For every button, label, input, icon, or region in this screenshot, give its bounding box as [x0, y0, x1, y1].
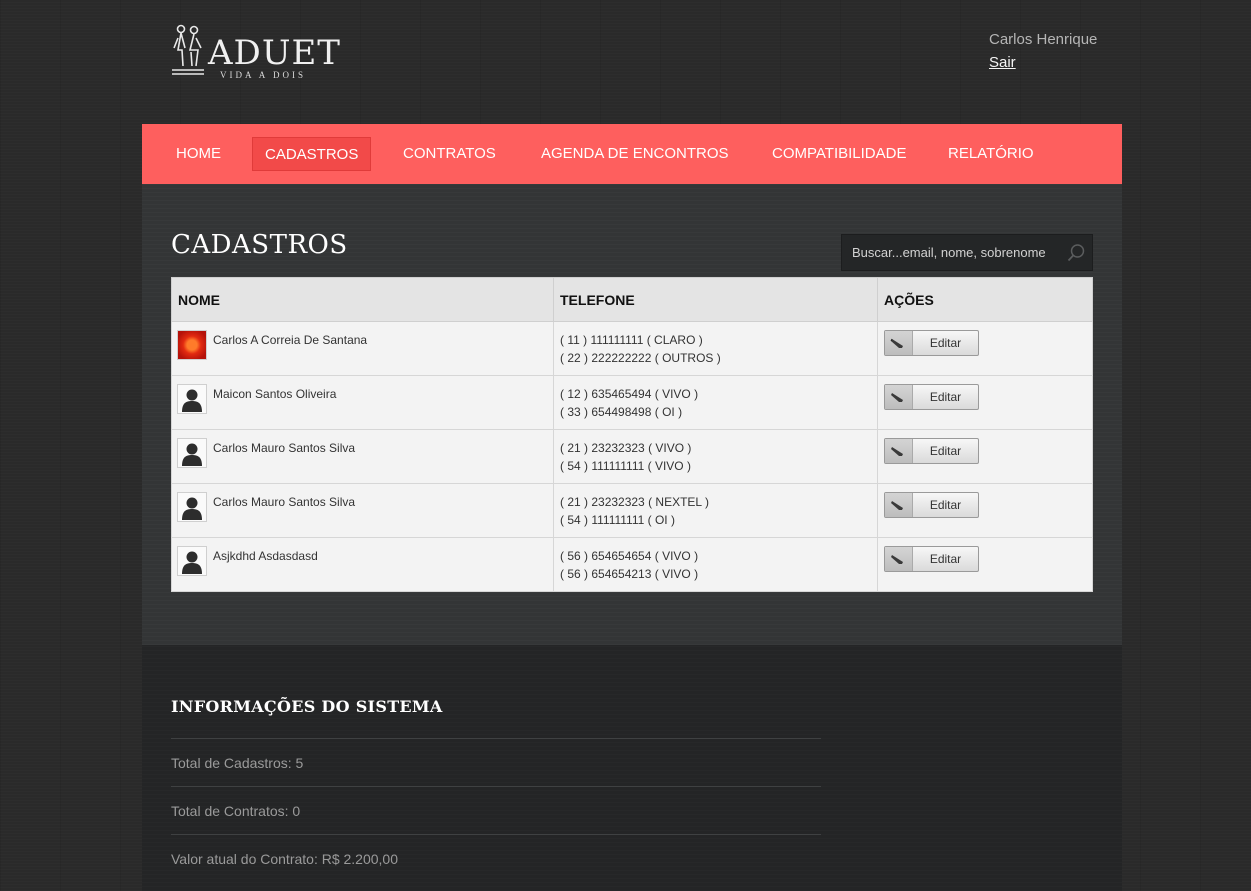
edit-label: Editar — [929, 336, 962, 350]
pencil-icon — [885, 331, 913, 355]
couple-logo-icon — [172, 24, 204, 75]
main-nav: HOME CADASTROS CONTRATOS AGENDA DE ENCON… — [142, 124, 1122, 184]
phone-cell: ( 11 ) 111111111 ( CLARO ) ( 22 ) 222222… — [553, 321, 878, 376]
brand-tagline: VIDA A DOIS — [220, 70, 307, 80]
person-name[interactable]: Maicon Santos Oliveira — [213, 387, 336, 401]
pencil-icon — [885, 385, 913, 409]
phone-cell: ( 56 ) 654654654 ( VIVO ) ( 56 ) 6546542… — [553, 537, 878, 592]
actions-cell: Editar — [877, 483, 1093, 538]
table-row: Carlos A Correia De Santana ( 11 ) 11111… — [171, 321, 1093, 376]
person-name[interactable]: Carlos Mauro Santos Silva — [213, 441, 355, 455]
actions-cell: Editar — [877, 375, 1093, 430]
name-cell: Carlos Mauro Santos Silva — [171, 429, 554, 484]
table-row: Carlos Mauro Santos Silva ( 21 ) 2323232… — [171, 483, 1093, 538]
phone-number: ( 54 ) 111111111 ( OI ) — [560, 513, 675, 527]
actions-cell: Editar — [877, 429, 1093, 484]
footer-title: INFORMAÇÕES DO SISTEMA — [171, 697, 443, 716]
phone-number: ( 21 ) 23232323 ( VIVO ) — [560, 441, 692, 455]
table-header-row: NOME TELEFONE AÇÕES — [171, 277, 1093, 322]
nav-item-contratos[interactable]: CONTRATOS — [391, 137, 508, 171]
table-row: Asjkdhd Asdasdasd ( 56 ) 654654654 ( VIV… — [171, 537, 1093, 592]
search-input[interactable] — [842, 235, 1084, 270]
phone-number: ( 56 ) 654654213 ( VIVO ) — [560, 567, 699, 581]
column-header-phone[interactable]: TELEFONE — [553, 277, 878, 322]
nav-item-agenda-de-encontros[interactable]: AGENDA DE ENCONTROS — [529, 137, 741, 171]
current-contract-value: Valor atual do Contrato: R$ 2.200,00 — [171, 851, 399, 867]
column-header-actions: AÇÕES — [877, 277, 1093, 322]
header: ADUET VIDA A DOIS Carlos Henrique Sair — [0, 0, 1251, 124]
name-cell: Carlos A Correia De Santana — [171, 321, 554, 376]
search-box — [841, 234, 1093, 271]
divider — [171, 786, 821, 787]
edit-label: Editar — [929, 552, 962, 566]
table-row: Maicon Santos Oliveira ( 12 ) 635465494 … — [171, 375, 1093, 430]
phone-number: ( 33 ) 654498498 ( OI ) — [560, 405, 683, 419]
phone-number: ( 21 ) 23232323 ( NEXTEL ) — [560, 495, 709, 509]
actions-cell: Editar — [877, 321, 1093, 376]
phone-cell: ( 21 ) 23232323 ( NEXTEL ) ( 54 ) 111111… — [553, 483, 878, 538]
pencil-icon — [885, 547, 913, 571]
person-name[interactable]: Carlos Mauro Santos Silva — [213, 495, 355, 509]
default-user-icon — [177, 438, 207, 468]
phone-number: ( 54 ) 111111111 ( VIVO ) — [560, 459, 691, 473]
person-name[interactable]: Asjkdhd Asdasdasd — [213, 549, 318, 563]
total-registrations: Total de Cadastros: 5 — [171, 755, 304, 771]
name-cell: Asjkdhd Asdasdasd — [171, 537, 554, 592]
divider — [171, 738, 821, 739]
nav-item-relatorio[interactable]: RELATÓRIO — [936, 137, 1046, 171]
default-user-icon — [177, 384, 207, 414]
default-user-icon — [177, 492, 207, 522]
edit-label: Editar — [929, 390, 962, 404]
pencil-icon — [885, 493, 913, 517]
column-header-name[interactable]: NOME — [171, 277, 554, 322]
default-user-icon — [177, 546, 207, 576]
phone-number: ( 12 ) 635465494 ( VIVO ) — [560, 387, 699, 401]
system-info-footer: INFORMAÇÕES DO SISTEMA Total de Cadastro… — [142, 645, 1122, 891]
phone-number: ( 22 ) 222222222 ( OUTROS ) — [560, 351, 721, 365]
person-name[interactable]: Carlos A Correia De Santana — [213, 333, 367, 347]
brand-name: ADUET — [208, 33, 341, 73]
search-icon[interactable] — [1066, 243, 1086, 263]
nav-item-home[interactable]: HOME — [164, 137, 233, 171]
avatar-photo — [177, 330, 207, 360]
total-contracts: Total de Contratos: 0 — [171, 803, 301, 819]
registrations-table: NOME TELEFONE AÇÕES Carlos A Correia De … — [171, 277, 1093, 592]
phone-number: ( 11 ) 111111111 ( CLARO ) — [560, 333, 703, 347]
edit-button[interactable]: Editar — [884, 384, 979, 410]
edit-button[interactable]: Editar — [884, 438, 979, 464]
user-name: Carlos Henrique — [989, 31, 1098, 48]
table-row: Carlos Mauro Santos Silva ( 21 ) 2323232… — [171, 429, 1093, 484]
phone-number: ( 56 ) 654654654 ( VIVO ) — [560, 549, 699, 563]
edit-button[interactable]: Editar — [884, 492, 979, 518]
brand-logo[interactable]: ADUET VIDA A DOIS — [170, 22, 340, 82]
edit-button[interactable]: Editar — [884, 330, 979, 356]
edit-button[interactable]: Editar — [884, 546, 979, 572]
page-title: CADASTROS — [171, 230, 348, 260]
nav-item-compatibilidade[interactable]: COMPATIBILIDADE — [760, 137, 918, 171]
name-cell: Maicon Santos Oliveira — [171, 375, 554, 430]
main-content: CADASTROS NOME TELEFONE AÇÕES Carlos A C… — [142, 184, 1122, 645]
phone-cell: ( 12 ) 635465494 ( VIVO ) ( 33 ) 6544984… — [553, 375, 878, 430]
nav-item-cadastros[interactable]: CADASTROS — [252, 137, 372, 171]
edit-label: Editar — [929, 498, 962, 512]
divider — [171, 834, 821, 835]
name-cell: Carlos Mauro Santos Silva — [171, 483, 554, 538]
edit-label: Editar — [929, 444, 962, 458]
actions-cell: Editar — [877, 537, 1093, 592]
phone-cell: ( 21 ) 23232323 ( VIVO ) ( 54 ) 11111111… — [553, 429, 878, 484]
pencil-icon — [885, 439, 913, 463]
logout-link[interactable]: Sair — [989, 54, 1016, 71]
